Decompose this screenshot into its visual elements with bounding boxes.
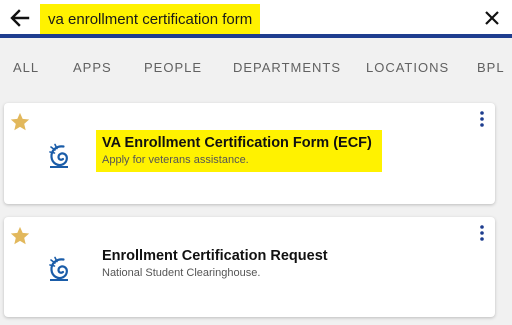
result-title[interactable]: Enrollment Certification Request (102, 248, 328, 264)
search-bar: va enrollment certification form (0, 0, 512, 38)
tab-departments[interactable]: DEPARTMENTS (233, 60, 341, 75)
back-arrow-icon[interactable] (10, 8, 30, 28)
close-icon[interactable] (485, 11, 499, 25)
tab-apps[interactable]: APPS (73, 60, 112, 75)
search-input[interactable]: va enrollment certification form (40, 4, 261, 34)
tab-locations[interactable]: LOCATIONS (366, 60, 449, 75)
tab-all[interactable]: ALL (13, 60, 39, 75)
star-icon[interactable] (9, 225, 31, 247)
search-query-text: va enrollment certification form (48, 10, 253, 28)
result-title[interactable]: VA Enrollment Certification Form (ECF) (102, 135, 372, 151)
filter-tabs: ALL APPS PEOPLE DEPARTMENTS LOCATIONS BP… (0, 38, 512, 96)
result-text: Enrollment Certification Request Nationa… (96, 248, 334, 279)
result-card[interactable]: VA Enrollment Certification Form (ECF) A… (4, 103, 495, 204)
kebab-menu-icon[interactable] (479, 225, 485, 241)
result-subtitle: National Student Clearinghouse. (102, 267, 261, 279)
nautilus-logo-icon (49, 143, 68, 168)
result-text: VA Enrollment Certification Form (ECF) A… (96, 130, 382, 172)
star-icon[interactable] (9, 111, 31, 133)
nautilus-logo-icon (49, 256, 68, 281)
tab-people[interactable]: PEOPLE (144, 60, 202, 75)
result-card[interactable]: Enrollment Certification Request Nationa… (4, 217, 495, 317)
result-subtitle: Apply for veterans assistance. (102, 154, 249, 166)
tab-bpl[interactable]: BPL (477, 60, 505, 75)
kebab-menu-icon[interactable] (479, 111, 485, 127)
